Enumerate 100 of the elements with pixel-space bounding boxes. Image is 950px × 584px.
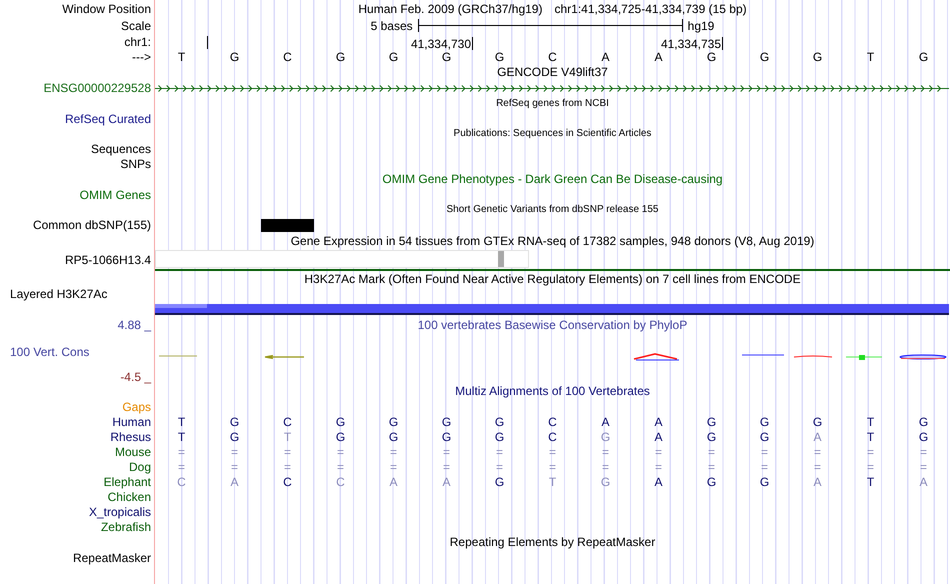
track-title: H3K27Ac Mark (Often Found Near Active Regulatory Elements) on 7 cell lines from ENCODE	[304, 273, 801, 285]
aligned-base: =	[708, 446, 715, 458]
aligned-base: =	[336, 460, 344, 472]
track-label: chr1:	[124, 36, 151, 48]
track-title: Gene Expression in 54 tissues from GTEx RNA-seq of 17382 samples, 948 donors (V8, Aug 2019)	[290, 235, 814, 247]
aligned-base: A	[601, 416, 610, 428]
aligned-base: =	[178, 460, 185, 472]
aligned-base: G	[388, 416, 398, 428]
aligned-base: G	[812, 416, 822, 428]
track-title: Publications: Sequences in Scientific Articles	[454, 128, 652, 138]
aligned-base: T	[866, 476, 874, 488]
aligned-base: =	[390, 446, 397, 458]
tick-mark	[722, 37, 723, 50]
aligned-base: G	[230, 430, 240, 442]
track-label: RefSeq Curated	[64, 112, 151, 124]
aligned-base: A	[230, 476, 238, 488]
base-letter: A	[601, 51, 610, 63]
track-title: Repeating Elements by RepeatMasker	[450, 536, 656, 548]
aligned-base: C	[336, 476, 345, 488]
track-label: Zebrafish	[100, 520, 151, 532]
aligned-base: =	[866, 446, 874, 458]
aligned-base: =	[654, 460, 662, 472]
aligned-base: G	[494, 416, 504, 428]
aligned-base: A	[389, 476, 398, 488]
aligned-base: =	[390, 460, 397, 472]
aligned-base: A	[654, 416, 662, 428]
track-label: ENSG00000229528	[44, 82, 151, 94]
aligned-base: A	[654, 430, 662, 442]
track-label: Gaps	[122, 400, 151, 412]
track-label: Common dbSNP(155)	[32, 219, 151, 231]
track-label: X_tropicalis	[88, 506, 151, 518]
track-label: 4.88 _	[118, 319, 151, 331]
aligned-base: T	[178, 430, 186, 442]
aligned-base: =	[602, 446, 609, 458]
aligned-base: G	[336, 416, 346, 428]
aligned-base: G	[442, 430, 452, 442]
aligned-base: G	[600, 476, 610, 488]
aligned-base: G	[494, 430, 504, 442]
aligned-base: =	[496, 460, 503, 472]
base-letter: G	[918, 51, 928, 63]
aligned-base: T	[178, 416, 186, 428]
aligned-base: A	[813, 476, 822, 488]
track-label: RepeatMasker	[72, 552, 151, 564]
aligned-base: C	[283, 416, 292, 428]
base-letter: G	[336, 51, 346, 63]
track-label: SNPs	[120, 158, 151, 170]
track-label: Window Position	[62, 2, 151, 14]
base-letter: C	[548, 51, 557, 63]
assembly-name: hg19	[688, 20, 714, 32]
track-label: Chicken	[108, 490, 151, 502]
aligned-base: =	[442, 460, 450, 472]
aligned-base: =	[336, 446, 344, 458]
aligned-base: G	[388, 430, 398, 442]
aligned-base: G	[706, 430, 716, 442]
aligned-base: A	[919, 476, 928, 488]
aligned-base: G	[230, 416, 240, 428]
scale-text: 5 bases	[370, 20, 413, 32]
aligned-base: =	[920, 460, 927, 472]
aligned-base: T	[866, 430, 874, 442]
track-label: Sequences	[90, 142, 151, 154]
aligned-base: T	[284, 430, 292, 442]
position-text: chr1:41,334,725-41,334,739 (15 bp)	[554, 2, 747, 14]
aligned-base: =	[602, 460, 609, 472]
aligned-base: G	[442, 416, 452, 428]
aligned-base: T	[866, 416, 874, 428]
base-letter: A	[654, 51, 662, 63]
aligned-base: =	[284, 460, 291, 472]
base-letter: G	[388, 51, 398, 63]
track-label: Scale	[120, 20, 151, 32]
aligned-base: C	[177, 476, 186, 488]
aligned-base: =	[284, 446, 291, 458]
aligned-base: =	[866, 460, 874, 472]
tick-mark	[207, 36, 208, 48]
base-letter: G	[706, 51, 716, 63]
track-title: GENCODE V49lift37	[497, 66, 608, 78]
track-title: RefSeq genes from NCBI	[496, 98, 609, 108]
aligned-base: =	[708, 460, 715, 472]
coordinate-label: 41,334,730	[410, 38, 471, 50]
aligned-base: =	[760, 460, 768, 472]
assembly-title: Human Feb. 2009 (GRCh37/hg19)	[358, 2, 542, 14]
track-label: Mouse	[114, 446, 151, 458]
track-title: Multiz Alignments of 100 Vertebrates	[455, 385, 650, 397]
track-label: -4.5 _	[120, 370, 151, 382]
aligned-base: =	[760, 446, 768, 458]
track-label: Elephant	[104, 476, 151, 488]
aligned-base: A	[813, 430, 822, 442]
aligned-base: G	[760, 416, 770, 428]
track-label: --->	[132, 51, 151, 63]
aligned-base: =	[178, 446, 185, 458]
track-title: 100 vertebrates Basewise Conservation by PhyloP	[418, 319, 688, 331]
aligned-base: G	[336, 430, 346, 442]
aligned-base: =	[548, 460, 556, 472]
tick-mark	[472, 37, 473, 50]
track-label: Human	[112, 416, 151, 428]
track-title: Short Genetic Variants from dbSNP release 155	[446, 204, 658, 214]
aligned-base: C	[548, 416, 557, 428]
aligned-base: =	[230, 460, 238, 472]
base-letter: C	[283, 51, 292, 63]
aligned-base: C	[548, 430, 557, 442]
track-label: 100 Vert. Cons	[10, 346, 90, 358]
